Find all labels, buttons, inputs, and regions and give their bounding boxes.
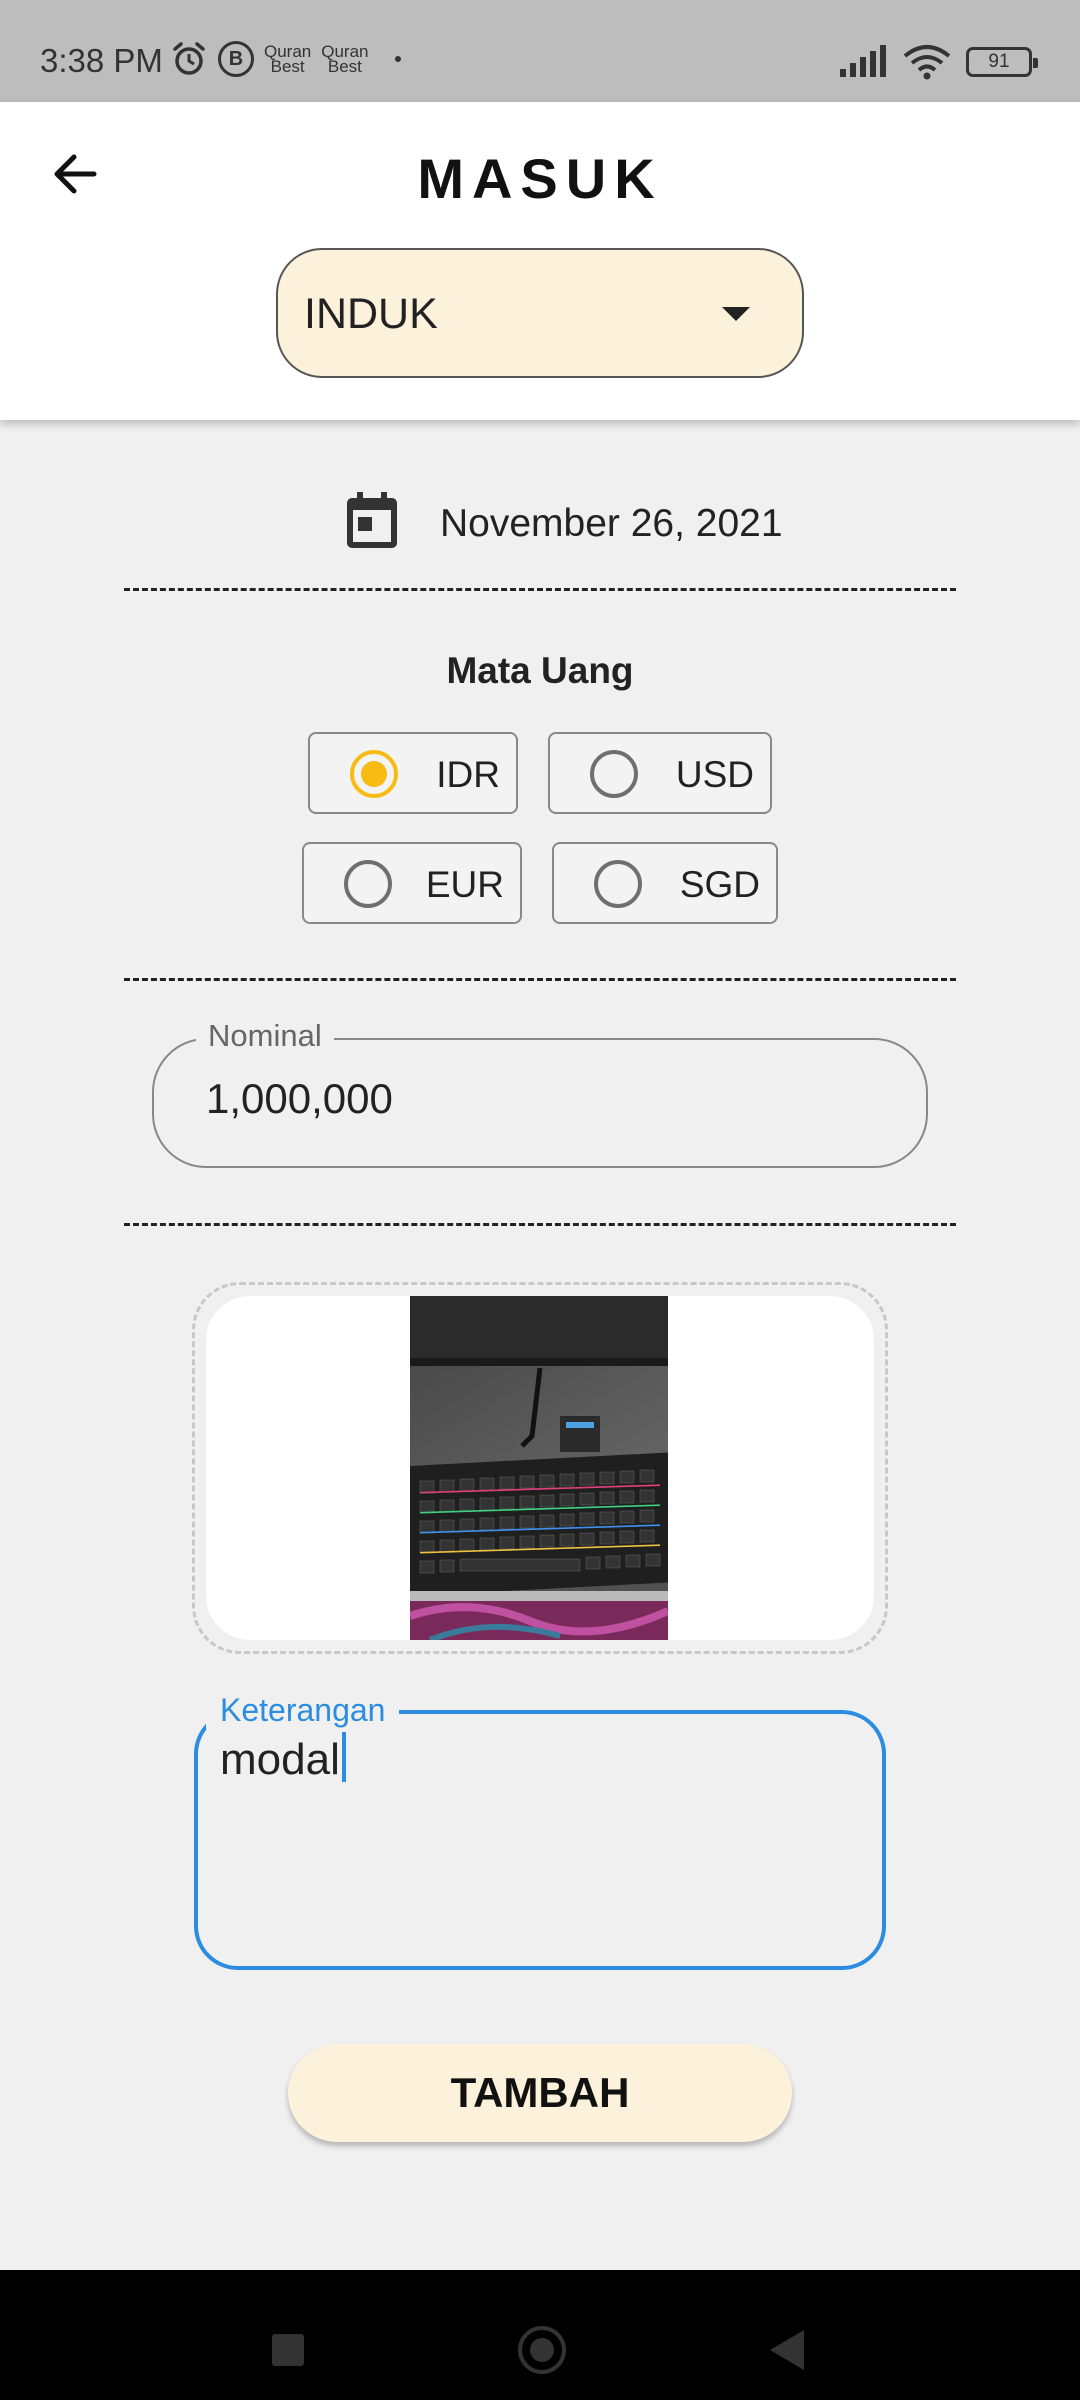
date-value[interactable]: November 26, 2021	[440, 502, 783, 546]
calendar-icon[interactable]	[344, 490, 400, 550]
quran-icon: Quran Best	[264, 42, 312, 76]
dashed-divider	[124, 978, 956, 981]
home-icon[interactable]	[518, 2326, 566, 2374]
nominal-value[interactable]: 1,000,000	[206, 1075, 393, 1123]
quran-icon: Quran Best	[321, 42, 369, 76]
dropdown-value: INDUK	[304, 290, 438, 338]
radio-label: USD	[675, 754, 754, 795]
recents-icon[interactable]	[272, 2334, 304, 2366]
radio-unselected-icon	[590, 750, 638, 798]
radio-unselected-icon	[594, 860, 642, 908]
radio-eur[interactable]: EUR	[302, 842, 522, 924]
nominal-label: Nominal	[196, 1018, 334, 1054]
tambah-button[interactable]: TAMBAH	[288, 2044, 792, 2142]
keterangan-value[interactable]: modal	[220, 1732, 346, 1785]
radio-label: SGD	[679, 864, 760, 905]
battery-icon: 91	[966, 47, 1038, 77]
status-time: 3:38 PM	[40, 42, 163, 79]
status-icons-right: 91	[838, 44, 1038, 80]
keyboard-photo	[410, 1296, 668, 1640]
signal-icon	[840, 45, 886, 77]
system-nav-bar	[0, 2270, 1080, 2400]
radio-selected-icon	[350, 750, 398, 798]
status-bar: 3:38 PM B Quran Best Quran Best 91	[0, 0, 1080, 102]
radio-idr[interactable]: IDR	[308, 732, 518, 814]
image-preview-card[interactable]	[206, 1296, 874, 1640]
text-cursor	[341, 1732, 346, 1782]
back-triangle-icon[interactable]	[770, 2330, 804, 2370]
currency-heading: Mata Uang	[446, 650, 634, 691]
alarm-icon	[173, 42, 205, 75]
caret-down-icon	[722, 307, 750, 321]
dashed-divider	[124, 1223, 956, 1226]
radio-label: IDR	[436, 754, 500, 795]
notification-dot	[394, 56, 401, 62]
app-header: MASUK INDUK	[0, 102, 1080, 420]
radio-sgd[interactable]: SGD	[552, 842, 778, 924]
wifi-icon	[903, 45, 951, 80]
radio-label: EUR	[425, 864, 504, 905]
keterangan-label: Keterangan	[206, 1692, 400, 1729]
account-dropdown[interactable]: INDUK	[276, 248, 804, 378]
b-app-icon: B	[218, 41, 254, 77]
radio-usd[interactable]: USD	[548, 732, 772, 814]
radio-unselected-icon	[344, 860, 392, 908]
page-title: MASUK	[417, 147, 663, 210]
status-icons-left: B Quran Best Quran Best	[170, 40, 401, 78]
dashed-divider	[124, 588, 956, 591]
